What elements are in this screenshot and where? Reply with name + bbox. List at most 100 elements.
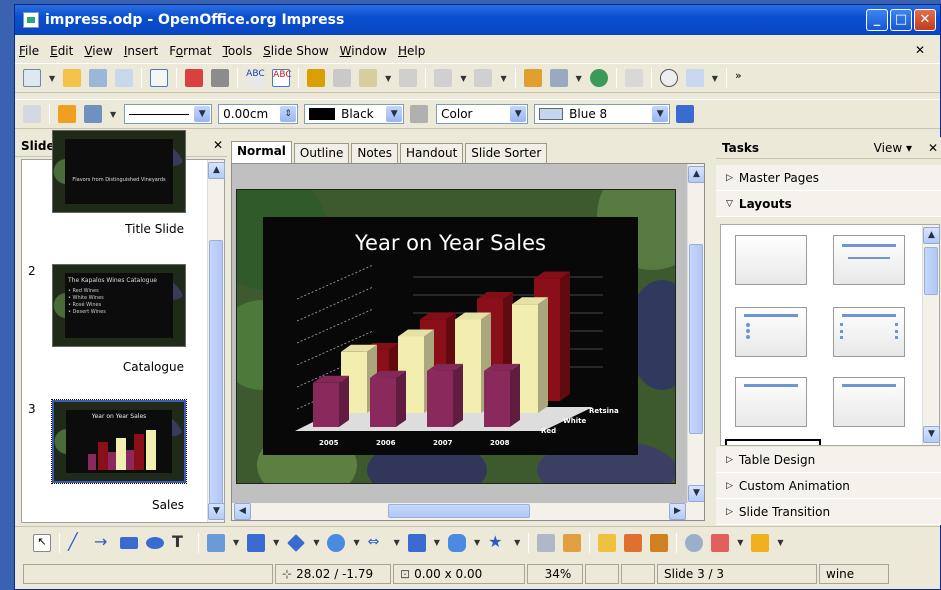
layout-title-only[interactable] <box>833 235 905 285</box>
select-icon[interactable]: ↖ <box>33 533 51 552</box>
slide-thumbnail-2[interactable]: The Kapalos Wines Catalogue • Red Wines … <box>52 264 186 347</box>
canvas-vscroll-thumb[interactable] <box>689 244 703 434</box>
canvas-scroll-left[interactable]: ◀ <box>234 503 251 520</box>
line-tool-icon[interactable]: ╱ <box>68 533 86 552</box>
close-window-button[interactable]: ✕ <box>914 9 936 31</box>
rectangle-tool-icon[interactable] <box>120 536 138 549</box>
canvas-horizontal-scrollbar[interactable]: ◀ ▶ <box>232 503 704 520</box>
copy-icon[interactable] <box>333 69 352 87</box>
canvas-scroll-down[interactable]: ▼ <box>688 485 704 502</box>
custom-animation-section[interactable]: ▷ Custom Animation <box>716 473 941 499</box>
new-document-icon[interactable] <box>23 69 41 87</box>
connector-tool-icon[interactable] <box>247 533 266 552</box>
email-icon[interactable] <box>115 69 134 87</box>
arrow-style-icon[interactable] <box>84 105 102 123</box>
menu-help[interactable]: Help <box>398 44 425 58</box>
redo-icon[interactable] <box>474 69 493 87</box>
slides-pane-scrollbar[interactable]: ▲ ▼ <box>207 160 225 522</box>
status-master[interactable]: wine <box>819 564 889 584</box>
menu-edit[interactable]: Edit <box>50 44 73 58</box>
basic-shapes-icon[interactable] <box>287 533 306 552</box>
line-style-select[interactable]: ▼ <box>124 104 213 124</box>
alignment-icon[interactable] <box>711 533 730 552</box>
layouts-scrollbar[interactable]: ▲ ▼ <box>922 225 940 445</box>
export-pdf-icon[interactable] <box>185 69 204 87</box>
chart-icon[interactable] <box>523 69 542 87</box>
tab-outline[interactable]: Outline <box>293 143 350 163</box>
slide-thumbnail-3[interactable]: Year on Year Sales <box>51 399 187 484</box>
ellipse-tool-icon[interactable] <box>146 536 164 549</box>
menu-view[interactable]: View <box>84 44 112 58</box>
menu-tools[interactable]: Tools <box>223 44 253 58</box>
canvas-vertical-scrollbar[interactable]: ▲ ▼ <box>687 164 704 504</box>
menu-format[interactable]: Format <box>169 44 211 58</box>
maximize-button[interactable]: □ <box>890 9 912 31</box>
area-icon[interactable] <box>410 105 429 123</box>
tab-normal[interactable]: Normal <box>231 141 292 163</box>
open-folder-icon[interactable] <box>63 69 82 87</box>
close-tasks-pane-icon[interactable]: ✕ <box>928 141 938 155</box>
scroll-down-button[interactable]: ▼ <box>208 503 225 520</box>
area-color-select[interactable]: Blue 8 ▼ <box>534 104 671 124</box>
navigator-icon[interactable] <box>589 69 608 87</box>
paste-icon[interactable] <box>359 69 378 87</box>
fontwork-icon[interactable] <box>598 533 617 552</box>
layouts-scroll-thumb[interactable] <box>924 247 938 295</box>
symbol-shapes-icon[interactable] <box>327 533 346 552</box>
arrow-tool-icon[interactable]: → <box>94 533 112 552</box>
layouts-scroll-up[interactable]: ▲ <box>923 227 940 244</box>
clone-formatting-icon[interactable] <box>399 69 418 87</box>
tasks-view-menu[interactable]: View ▾ <box>874 141 912 155</box>
toolbar-overflow-icon[interactable]: » <box>735 69 753 87</box>
menu-insert[interactable]: Insert <box>124 44 158 58</box>
layout-title-content[interactable] <box>735 307 807 357</box>
layout-title-bottom[interactable] <box>735 377 807 427</box>
grid-icon[interactable] <box>624 69 643 87</box>
styles-icon[interactable] <box>23 105 41 123</box>
block-arrows-icon[interactable]: ⇔ <box>368 534 386 552</box>
menu-file[interactable]: File <box>19 44 39 58</box>
line-width-field[interactable]: 0.00cm ⇕ <box>218 104 299 124</box>
close-document-icon[interactable]: ✕ <box>915 43 925 57</box>
status-zoom[interactable]: 34% <box>527 564 583 584</box>
points-icon[interactable] <box>537 533 556 552</box>
save-icon[interactable] <box>89 69 108 87</box>
menu-window[interactable]: Window <box>340 44 387 58</box>
curve-tool-icon[interactable] <box>207 533 225 552</box>
tab-notes[interactable]: Notes <box>351 143 399 163</box>
table-icon[interactable] <box>549 69 568 87</box>
area-style-select[interactable]: Color ▼ <box>436 104 529 124</box>
menu-slide-show[interactable]: Slide Show <box>263 44 329 58</box>
tab-handout[interactable]: Handout <box>400 143 464 163</box>
layouts-section[interactable]: ▽ Layouts <box>716 191 941 217</box>
from-file-icon[interactable] <box>624 533 643 552</box>
undo-icon[interactable] <box>434 69 453 87</box>
slide-transition-section[interactable]: ▷ Slide Transition <box>716 499 941 525</box>
layout-centered-text[interactable] <box>833 377 905 427</box>
canvas-hscroll-thumb[interactable] <box>388 504 530 518</box>
flowchart-icon[interactable] <box>407 533 426 552</box>
line-color-select[interactable]: Black ▼ <box>304 104 405 124</box>
canvas-scroll-up[interactable]: ▲ <box>688 166 704 183</box>
print-icon[interactable] <box>211 69 230 87</box>
zoom-icon[interactable] <box>685 69 704 87</box>
gallery-icon[interactable] <box>650 533 669 552</box>
tab-slide-sorter[interactable]: Slide Sorter <box>465 143 548 163</box>
slide-thumbnail-1[interactable]: Flavors from Distinguished Vineyards <box>52 130 186 213</box>
slide-canvas[interactable]: Year on Year Sales 2005 2006 2007 2008 Red Wh… <box>236 189 676 484</box>
close-slides-pane-icon[interactable]: ✕ <box>213 138 223 152</box>
stars-icon[interactable]: ★ <box>488 533 506 552</box>
layout-blank[interactable] <box>735 235 807 285</box>
spellcheck-icon[interactable]: ABC <box>246 69 265 87</box>
callouts-icon[interactable] <box>447 533 466 552</box>
canvas-scroll-right[interactable]: ▶ <box>669 503 686 520</box>
cut-icon[interactable] <box>307 69 326 87</box>
new-dropdown-icon[interactable]: ▼ <box>49 74 55 83</box>
line-icon[interactable] <box>58 105 76 123</box>
edit-file-icon[interactable] <box>150 69 169 87</box>
master-pages-section[interactable]: ▷ Master Pages <box>716 165 941 191</box>
table-design-section[interactable]: ▷ Table Design <box>716 447 941 473</box>
scroll-thumb[interactable] <box>209 240 223 504</box>
text-tool-icon[interactable]: T <box>172 533 190 552</box>
help-icon[interactable] <box>659 69 678 87</box>
